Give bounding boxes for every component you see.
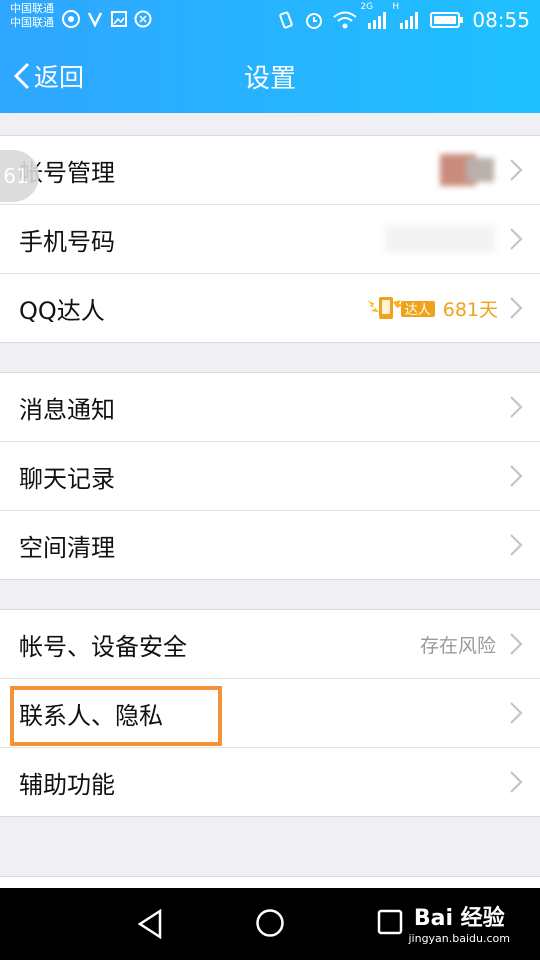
row-account-device-security[interactable]: 帐号、设备安全 存在风险 (0, 610, 540, 679)
row-label: 消息通知 (19, 395, 115, 424)
row-label: 联系人、隐私 (19, 701, 163, 730)
clock: 08:55 (472, 8, 530, 32)
row-accessibility[interactable]: 辅助功能 (0, 748, 540, 816)
chevron-right-icon (510, 465, 523, 487)
row-label: 空间清理 (19, 533, 115, 562)
risk-status: 存在风险 (419, 634, 496, 657)
settings-group-security: 帐号、设备安全 存在风险 联系人、隐私 辅助功能 (0, 609, 540, 817)
status-right: 2G H 08:55 (276, 2, 530, 32)
carrier-1: 中国联通 (10, 2, 54, 15)
notification-icons (62, 10, 152, 28)
row-label: 聊天记录 (19, 464, 115, 493)
signal-2g: 2G (360, 2, 390, 30)
page-title: 设置 (243, 64, 296, 94)
nav-bar: 返回 设置 (0, 40, 540, 113)
blurred-avatar (430, 150, 500, 190)
system-nav-bar: Bai 经验 jingyan.baidu.com (0, 888, 540, 960)
alarm-icon (306, 13, 323, 29)
signal-icon (368, 12, 387, 29)
wifi-icon (333, 11, 357, 29)
expert-badge-group: 达人 681天 (365, 294, 498, 322)
blurred-phone (385, 225, 495, 253)
header: 中国联通 中国联通 2G H 08:55 返回 设置 (0, 0, 540, 113)
signal-icon (400, 12, 419, 29)
row-contacts-privacy[interactable]: 联系人、隐私 (0, 679, 540, 748)
image-icon (111, 11, 127, 27)
watermark-url: jingyan.baidu.com (408, 932, 510, 945)
row-qq-expert[interactable]: QQ达人 达人 681天 (0, 274, 540, 342)
row-message-notification[interactable]: 消息通知 (0, 373, 540, 442)
status-bar: 中国联通 中国联通 2G H 08:55 (0, 0, 540, 40)
carrier-labels: 中国联通 中国联通 (10, 2, 54, 30)
row-label: QQ达人 (19, 296, 105, 325)
row-label: 帐号、设备安全 (19, 632, 187, 661)
network-2g-label: 2G (360, 2, 374, 12)
row-label: 辅助功能 (19, 770, 115, 799)
row-phone-number[interactable]: 手机号码 (0, 205, 540, 274)
chevron-right-icon (510, 702, 523, 724)
expert-days: 681天 (442, 298, 498, 321)
signal-h: H (392, 2, 422, 30)
app-icon (87, 12, 103, 28)
compass-icon (134, 10, 152, 28)
chevron-right-icon (510, 396, 523, 418)
chevron-right-icon (510, 297, 523, 319)
vibrate-icon (279, 11, 294, 29)
settings-group-general: 消息通知 聊天记录 空间清理 (0, 372, 540, 580)
chevron-right-icon (510, 159, 523, 181)
badge-label: 达人 (404, 303, 431, 318)
home-circle-icon[interactable] (255, 908, 285, 938)
row-account-management[interactable]: 帐号管理 (0, 136, 540, 205)
recents-square-icon[interactable] (376, 908, 404, 936)
back-triangle-icon[interactable] (136, 908, 164, 940)
shield-icon (62, 10, 80, 28)
settings-group-account: 帐号管理 手机号码 QQ达人 达人 681天 (0, 135, 540, 343)
chevron-right-icon (510, 633, 523, 655)
battery-icon (430, 12, 464, 28)
chevron-right-icon (510, 228, 523, 250)
chevron-right-icon (510, 534, 523, 556)
row-label: 手机号码 (19, 227, 115, 256)
network-h-label: H (392, 2, 400, 12)
row-space-cleanup[interactable]: 空间清理 (0, 511, 540, 579)
chevron-right-icon (510, 771, 523, 793)
carrier-2: 中国联通 (10, 16, 54, 29)
baidu-watermark: Bai 经验 jingyan.baidu.com (408, 900, 510, 945)
row-chat-history[interactable]: 聊天记录 (0, 442, 540, 511)
watermark-brand: Bai 经验 (413, 906, 505, 931)
expert-badge: 达人 (365, 294, 437, 322)
